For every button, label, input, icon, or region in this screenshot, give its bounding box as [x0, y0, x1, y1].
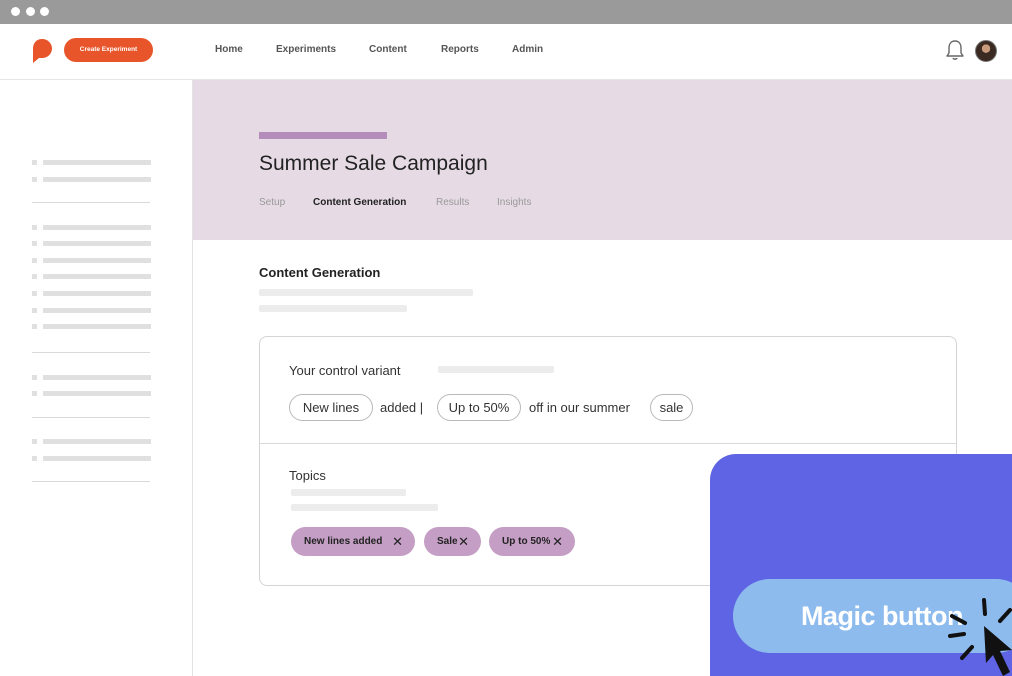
topics-label: Topics: [289, 468, 326, 483]
pointer-cursor-icon: [948, 598, 1012, 676]
topic-tag-label: New lines added: [304, 536, 383, 547]
sidebar-divider: [32, 202, 150, 203]
card-divider: [260, 443, 956, 444]
speech-bubble-logo-icon[interactable]: [31, 38, 53, 64]
nav-home[interactable]: Home: [215, 44, 243, 55]
title-accent-bar: [259, 132, 387, 139]
topic-tag-label: Up to 50%: [502, 536, 551, 547]
close-icon[interactable]: ✕: [552, 527, 563, 556]
placeholder-line: [438, 366, 554, 373]
section-title: Content Generation: [259, 265, 381, 280]
nav-experiments[interactable]: Experiments: [276, 44, 336, 55]
variant-chip[interactable]: sale: [650, 394, 693, 421]
sidebar: [0, 80, 193, 676]
variant-chip[interactable]: New lines: [289, 394, 373, 421]
topic-tag[interactable]: Sale ✕: [424, 527, 481, 556]
nav-content[interactable]: Content: [369, 44, 407, 55]
sidebar-divider: [32, 417, 150, 418]
top-navigation-bar: Create Experiment Home Experiments Conte…: [0, 24, 1012, 80]
placeholder-line: [291, 489, 406, 496]
nav-reports[interactable]: Reports: [441, 44, 479, 55]
window-dot: [11, 7, 20, 16]
create-experiment-button[interactable]: Create Experiment: [64, 38, 153, 62]
window-titlebar: [0, 0, 1012, 24]
topic-tag[interactable]: Up to 50% ✕: [489, 527, 575, 556]
placeholder-line: [259, 289, 473, 296]
topic-tag[interactable]: New lines added ✕: [291, 527, 415, 556]
window-dot: [40, 7, 49, 16]
sidebar-divider: [32, 481, 150, 482]
bell-icon[interactable]: [945, 39, 965, 61]
tab-insights[interactable]: Insights: [497, 197, 531, 208]
sidebar-divider: [32, 352, 150, 353]
variant-text: added |: [380, 400, 424, 415]
control-variant-label: Your control variant: [289, 363, 401, 378]
nav-admin[interactable]: Admin: [512, 44, 543, 55]
page-title: Summer Sale Campaign: [259, 152, 488, 175]
topic-tag-label: Sale: [437, 536, 458, 547]
tab-content-generation[interactable]: Content Generation: [313, 197, 406, 208]
variant-chip[interactable]: Up to 50%: [437, 394, 521, 421]
avatar[interactable]: [975, 40, 997, 62]
placeholder-line: [291, 504, 438, 511]
variant-text: off in our summer: [529, 400, 630, 415]
page-header: Summer Sale Campaign Setup Content Gener…: [193, 80, 1012, 240]
close-icon[interactable]: ✕: [458, 527, 469, 556]
tab-results[interactable]: Results: [436, 197, 469, 208]
window-dot: [26, 7, 35, 16]
tab-setup[interactable]: Setup: [259, 197, 285, 208]
close-icon[interactable]: ✕: [392, 527, 403, 556]
placeholder-line: [259, 305, 407, 312]
